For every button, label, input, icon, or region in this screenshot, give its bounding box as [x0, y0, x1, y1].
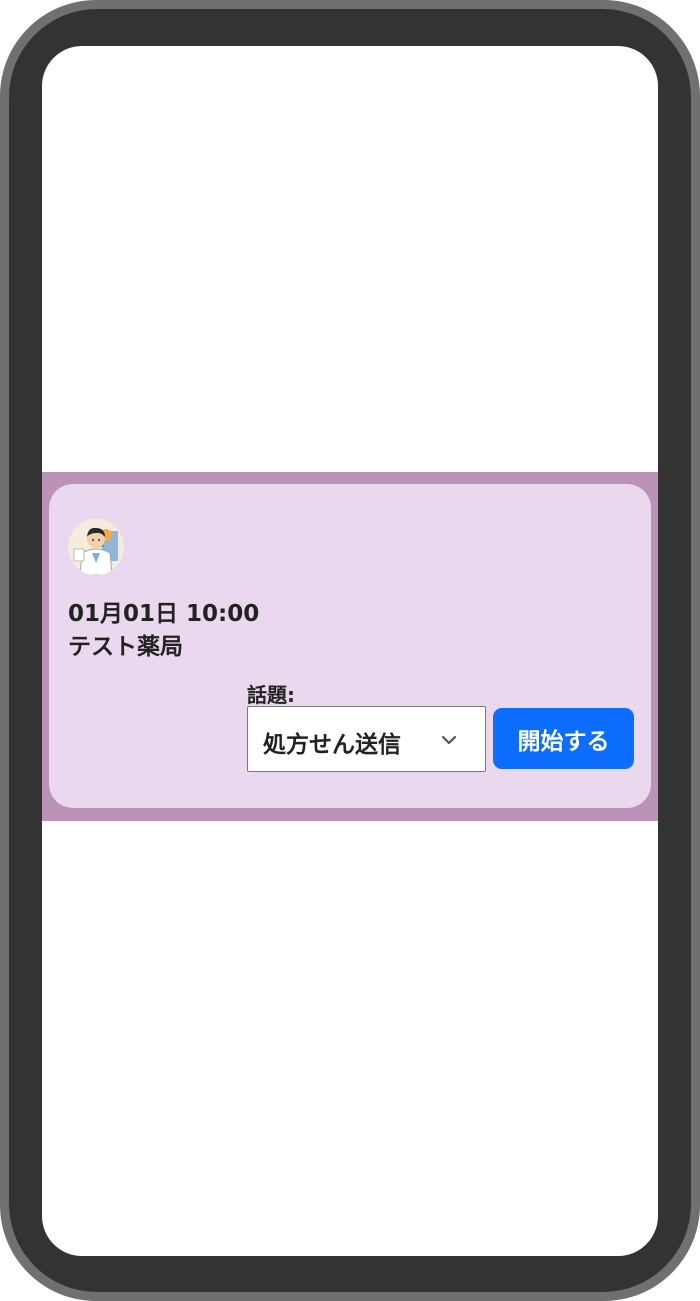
start-button[interactable]: 開始する: [493, 708, 634, 769]
phone-screen: 01月01日 10:00 テスト薬局 話題: 処方せん送信 開始する: [42, 46, 658, 1256]
pharmacy-name: テスト薬局: [68, 634, 183, 660]
chevron-down-icon: [441, 735, 457, 745]
phone-outer-bezel: 01月01日 10:00 テスト薬局 話題: 処方せん送信 開始する: [0, 0, 700, 1301]
pharmacist-avatar-icon: [68, 519, 124, 575]
topic-label: 話題:: [247, 683, 295, 707]
topic-select[interactable]: 処方せん送信: [247, 706, 486, 772]
appointment-band: 01月01日 10:00 テスト薬局 話題: 処方せん送信 開始する: [42, 472, 658, 821]
appointment-datetime: 01月01日 10:00: [68, 601, 260, 627]
appointment-card: 01月01日 10:00 テスト薬局 話題: 処方せん送信 開始する: [49, 484, 651, 808]
topic-select-value: 処方せん送信: [263, 732, 401, 758]
